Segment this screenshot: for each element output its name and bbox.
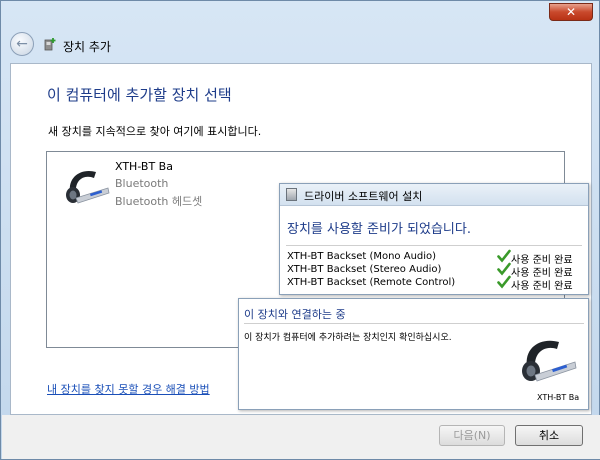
back-button[interactable]: ← <box>10 32 34 56</box>
page-subtitle: 새 장치를 지속적으로 찾아 여기에 표시합니다. <box>48 125 262 138</box>
bluetooth-headset-icon <box>66 170 110 204</box>
page-title: 이 컴퓨터에 추가할 장치 선택 <box>47 86 232 104</box>
driver-popup-titlebar: 드라이버 소프트웨어 설치 <box>280 184 588 206</box>
window-title: 장치 추가 <box>63 40 111 54</box>
cancel-button[interactable]: 취소 <box>515 425 583 446</box>
driver-install-icon <box>286 188 297 201</box>
checkmark-icon <box>497 249 511 263</box>
back-arrow-icon: ← <box>16 36 28 52</box>
wizard-header: ← 장치 추가 <box>1 23 600 63</box>
connecting-popup[interactable]: 이 장치와 연결하는 중 이 장치가 컴퓨터에 추가하려는 장치인지 확인하십시… <box>238 298 589 410</box>
driver-status: 사용 준비 완료 <box>511 281 573 292</box>
wizard-footer: 다음(N) 취소 <box>2 415 600 459</box>
help-link[interactable]: 내 장치를 찾지 못할 경우 해결 방법 <box>47 381 210 397</box>
driver-install-popup[interactable]: 드라이버 소프트웨어 설치 장치를 사용할 준비가 되었습니다. XTH-BT … <box>279 183 589 295</box>
driver-row: XTH-BT Backset (Remote Control) 사용 준비 완료 <box>287 275 583 292</box>
driver-name: XTH-BT Backset (Mono Audio) <box>287 251 437 262</box>
divider <box>286 245 582 246</box>
checkmark-icon <box>497 275 511 289</box>
driver-row: XTH-BT Backset (Stereo Audio) 사용 준비 완료 <box>287 262 583 279</box>
connecting-device-name: XTH-BT Ba <box>537 393 580 402</box>
driver-row: XTH-BT Backset (Mono Audio) 사용 준비 완료 <box>287 249 583 266</box>
driver-name: XTH-BT Backset (Remote Control) <box>287 277 456 288</box>
device-subtype: Bluetooth 헤드셋 <box>115 195 203 208</box>
next-button[interactable]: 다음(N) <box>439 425 505 446</box>
connecting-heading: 이 장치와 연결하는 중 <box>244 308 346 321</box>
divider <box>244 323 584 324</box>
add-device-icon <box>44 38 56 51</box>
bluetooth-headset-icon <box>522 340 577 382</box>
driver-popup-heading: 장치를 사용할 준비가 되었습니다. <box>287 222 471 237</box>
device-type: Bluetooth <box>115 177 169 190</box>
close-button[interactable]: ✕ <box>549 3 593 21</box>
device-name: XTH-BT Ba <box>115 160 173 173</box>
connecting-message: 이 장치가 컴퓨터에 추가하려는 장치인지 확인하십시오. <box>244 333 452 343</box>
checkmark-icon <box>497 262 511 276</box>
driver-popup-title: 드라이버 소프트웨어 설치 <box>304 190 423 203</box>
driver-name: XTH-BT Backset (Stereo Audio) <box>287 264 442 275</box>
